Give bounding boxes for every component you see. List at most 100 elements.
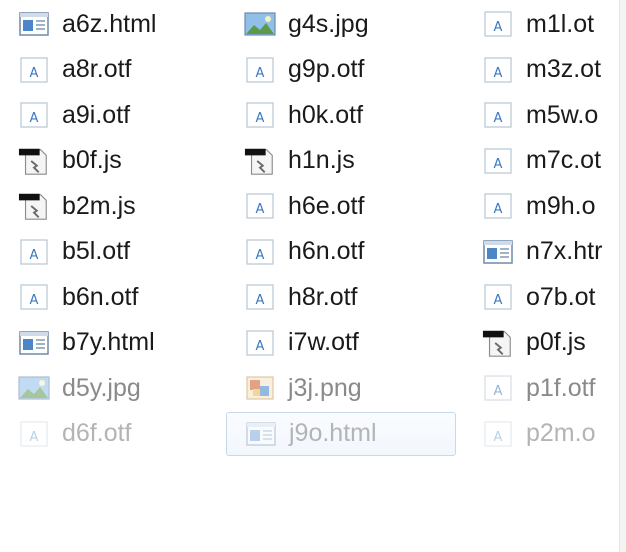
file-name: a6z.html — [62, 9, 157, 38]
html-file-icon — [245, 418, 277, 450]
file-item[interactable]: A m3z.ot — [464, 48, 626, 92]
file-item[interactable]: A m1l.ot — [464, 2, 626, 46]
png-file-icon — [244, 372, 276, 404]
file-item[interactable]: j3j.png — [226, 366, 456, 410]
svg-text:A: A — [494, 111, 503, 126]
html-file-icon — [18, 8, 50, 40]
file-name: i7w.otf — [288, 328, 359, 356]
file-name: h8r.otf — [288, 282, 358, 311]
font-file-icon: A — [482, 54, 514, 86]
script-file-icon — [244, 145, 276, 177]
font-file-icon: A — [482, 99, 514, 131]
font-file-icon: A — [244, 281, 276, 313]
file-item[interactable]: A o7b.ot — [464, 275, 626, 319]
file-item[interactable]: b7y.html — [0, 321, 230, 365]
font-file-icon: A — [482, 418, 514, 450]
svg-text:A: A — [30, 430, 39, 445]
file-item[interactable]: A g9p.otf — [226, 48, 456, 92]
svg-text:A: A — [30, 111, 39, 126]
file-name: b0f.js — [62, 146, 122, 174]
file-item[interactable]: j9o.html — [226, 411, 456, 456]
file-item[interactable]: b2m.js — [0, 184, 230, 228]
svg-text:A: A — [494, 202, 503, 217]
file-name: n7x.htr — [526, 237, 603, 265]
file-item[interactable]: d5y.jpg — [0, 366, 230, 410]
font-file-icon: A — [18, 236, 50, 268]
font-file-icon: A — [18, 281, 50, 313]
font-file-icon: A — [482, 145, 514, 177]
svg-text:A: A — [494, 384, 503, 399]
file-item[interactable]: A h0k.otf — [226, 93, 456, 137]
svg-text:A: A — [30, 248, 39, 263]
file-name: p2m.o — [526, 419, 596, 447]
html-file-icon — [18, 327, 50, 359]
file-name: m7c.ot — [526, 146, 602, 174]
file-name: j3j.png — [288, 373, 362, 402]
file-name: b2m.js — [62, 191, 136, 220]
svg-text:A: A — [494, 20, 503, 35]
file-name: g9p.otf — [288, 55, 365, 83]
file-item[interactable]: A b6n.otf — [0, 275, 230, 319]
image-file-icon — [18, 372, 50, 404]
script-file-icon — [482, 327, 514, 359]
file-name: d6f.otf — [62, 419, 132, 447]
file-item[interactable]: A a8r.otf — [0, 48, 230, 92]
pane-right-edge — [619, 0, 626, 552]
file-item[interactable]: A a9i.otf — [0, 93, 230, 137]
file-list-pane: a6z.html A a8r.otf A a9i.otf b0f.js b2m.… — [0, 0, 626, 552]
file-name: m1l.ot — [526, 9, 595, 38]
svg-text:A: A — [256, 248, 265, 263]
file-name: h1n.js — [288, 146, 355, 174]
svg-text:A: A — [30, 66, 39, 81]
font-file-icon: A — [18, 99, 50, 131]
file-name: b5l.otf — [62, 237, 131, 265]
svg-text:A: A — [494, 293, 503, 308]
file-item[interactable]: A h6n.otf — [226, 230, 456, 274]
font-file-icon: A — [244, 99, 276, 131]
font-file-icon: A — [18, 418, 50, 450]
font-file-icon: A — [244, 236, 276, 268]
file-name: m5w.o — [526, 100, 599, 129]
file-item[interactable]: A h6e.otf — [226, 184, 456, 228]
image-file-icon — [244, 8, 276, 40]
html-file-icon — [482, 236, 514, 268]
file-item[interactable]: a6z.html — [0, 2, 230, 46]
svg-text:A: A — [494, 66, 503, 81]
file-item[interactable]: A h8r.otf — [226, 275, 456, 319]
file-item[interactable]: A i7w.otf — [226, 321, 456, 365]
font-file-icon: A — [244, 190, 276, 222]
font-file-icon: A — [244, 327, 276, 359]
file-item[interactable]: b0f.js — [0, 139, 230, 183]
file-name: m9h.o — [526, 191, 596, 220]
svg-text:A: A — [256, 111, 265, 126]
file-item[interactable]: A m9h.o — [464, 184, 626, 228]
svg-text:A: A — [256, 66, 265, 81]
file-name: j9o.html — [289, 419, 377, 447]
file-item[interactable]: g4s.jpg — [226, 2, 456, 46]
font-file-icon: A — [482, 281, 514, 313]
file-item[interactable]: A m5w.o — [464, 93, 626, 137]
file-item[interactable]: A p1f.otf — [464, 366, 626, 410]
file-name: m3z.ot — [526, 55, 602, 83]
file-name: b6n.otf — [62, 282, 139, 311]
svg-text:A: A — [256, 202, 265, 217]
font-file-icon: A — [482, 372, 514, 404]
script-file-icon — [18, 190, 50, 222]
file-name: o7b.ot — [526, 282, 596, 311]
font-file-icon: A — [482, 190, 514, 222]
file-name: h0k.otf — [288, 100, 364, 129]
file-name: a9i.otf — [62, 100, 131, 129]
file-item[interactable]: h1n.js — [226, 139, 456, 183]
file-name: h6n.otf — [288, 237, 365, 265]
file-item[interactable]: A m7c.ot — [464, 139, 626, 183]
file-item[interactable]: p0f.js — [464, 321, 626, 365]
file-name: b7y.html — [62, 328, 155, 356]
font-file-icon: A — [244, 54, 276, 86]
svg-text:A: A — [256, 293, 265, 308]
file-item[interactable]: A d6f.otf — [0, 412, 230, 456]
file-item[interactable]: n7x.htr — [464, 230, 626, 274]
file-name: a8r.otf — [62, 55, 132, 83]
svg-text:A: A — [256, 339, 265, 354]
file-item[interactable]: A b5l.otf — [0, 230, 230, 274]
file-item[interactable]: A p2m.o — [464, 412, 626, 456]
